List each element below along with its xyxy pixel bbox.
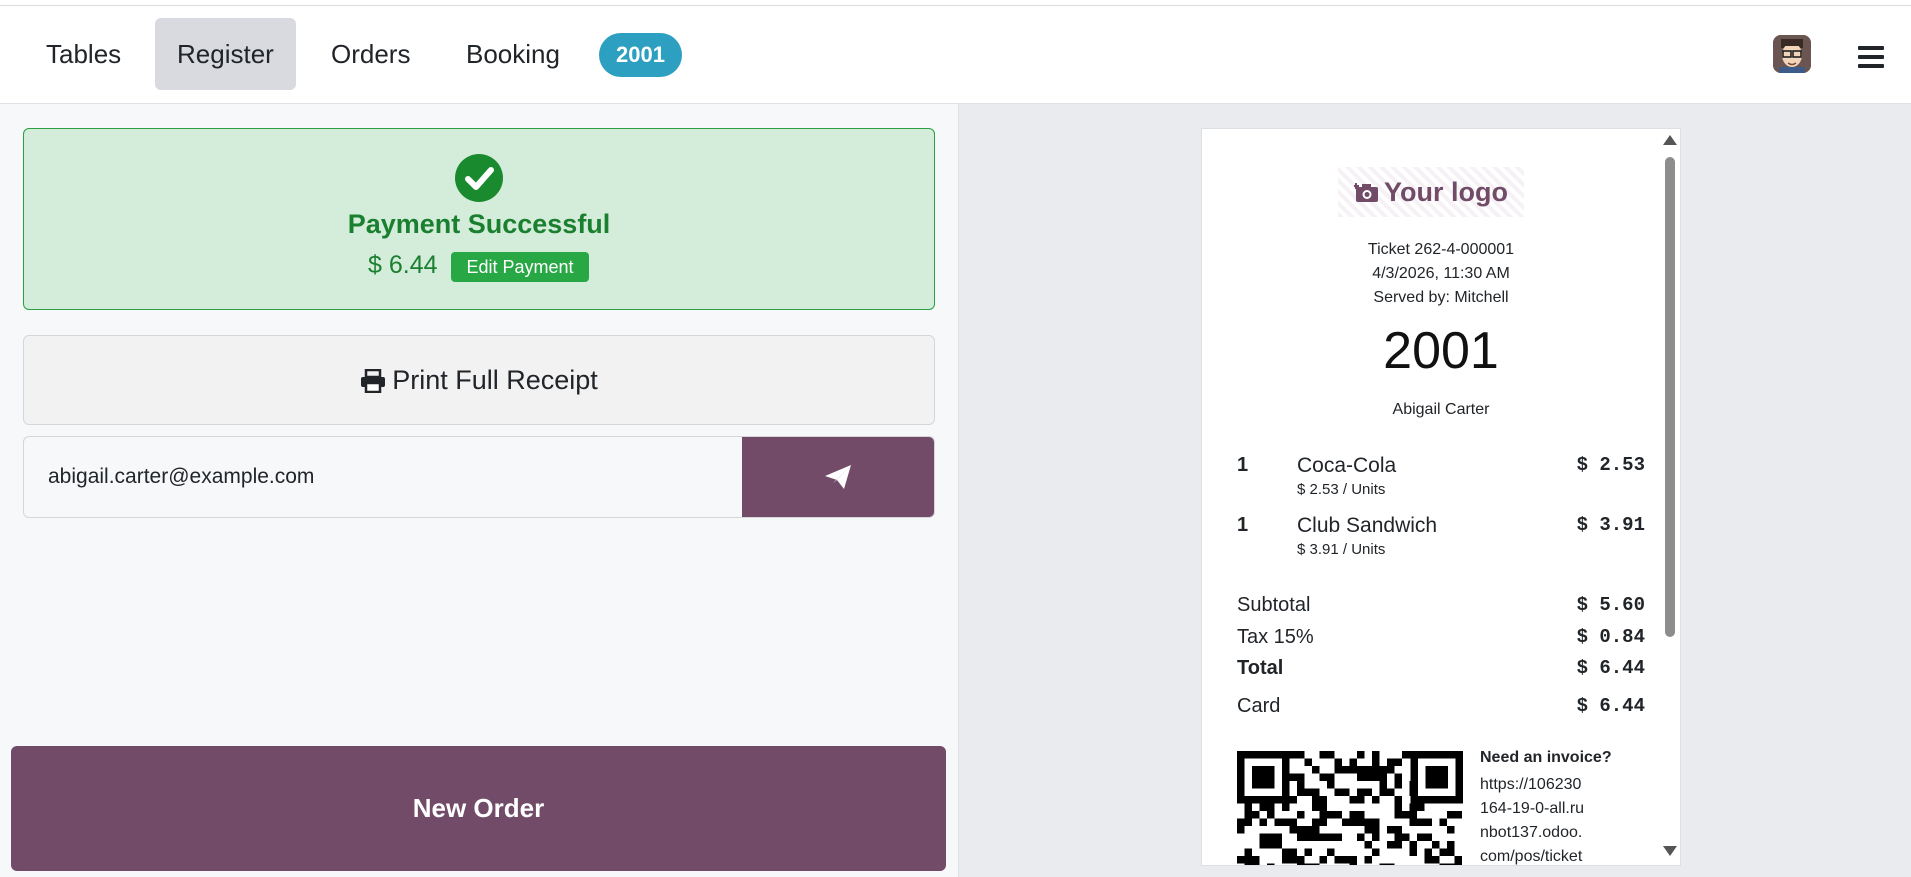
line-amount: $ 2.53 xyxy=(1576,454,1645,476)
served-by: Served by: Mitchell xyxy=(1373,289,1509,306)
invoice-url: https://106230164-19-0-all.runbot137.odo… xyxy=(1480,776,1585,865)
new-order-button[interactable]: New Order xyxy=(11,746,946,871)
hamburger-menu-icon[interactable] xyxy=(1858,46,1884,68)
payment-method-amount: $ 6.44 xyxy=(1576,695,1645,717)
scroll-down-arrow-icon[interactable] xyxy=(1663,846,1677,856)
invoice-qr-code xyxy=(1237,751,1463,865)
tax-amount: $ 0.84 xyxy=(1576,626,1645,648)
total-label: Total xyxy=(1237,657,1284,679)
receipt-preview-panel: Your logo Ticket 262-4-000001 4/3/2026, … xyxy=(958,104,1911,877)
email-field[interactable] xyxy=(24,437,742,517)
line-unit-price: $ 2.53 / Units xyxy=(1297,481,1386,498)
tab-tables[interactable]: Tables xyxy=(24,18,143,90)
top-navbar: Tables Register Orders Booking 2001 xyxy=(0,6,1911,104)
subtotal-label: Subtotal xyxy=(1237,594,1311,616)
scroll-up-arrow-icon[interactable] xyxy=(1663,135,1677,145)
receipt-order-number: 2001 xyxy=(1383,322,1499,380)
edit-payment-button[interactable]: Edit Payment xyxy=(451,252,589,282)
payment-method-label: Card xyxy=(1237,695,1281,717)
payment-status-title: Payment Successful xyxy=(347,209,611,239)
printer-icon xyxy=(361,368,386,394)
tab-booking[interactable]: Booking xyxy=(444,18,582,90)
tab-orders[interactable]: Orders xyxy=(309,18,432,90)
user-avatar-icon[interactable] xyxy=(1773,35,1811,73)
total-amount: $ 6.44 xyxy=(1576,657,1645,679)
payment-amount: $ 6.44 xyxy=(368,251,438,279)
line-product: Club Sandwich xyxy=(1297,514,1438,537)
line-amount: $ 3.91 xyxy=(1576,514,1645,536)
print-receipt-button[interactable]: Print Full Receipt xyxy=(23,335,935,425)
check-circle-icon xyxy=(455,154,503,202)
line-unit-price: $ 3.91 / Units xyxy=(1297,541,1386,558)
send-email-button[interactable] xyxy=(742,437,934,517)
camera-plus-icon xyxy=(1353,183,1378,202)
receipt: Your logo Ticket 262-4-000001 4/3/2026, … xyxy=(1201,128,1681,866)
payment-panel: Payment Successful $ 6.44 Edit Payment P… xyxy=(0,104,958,877)
ticket-number: Ticket 262-4-000001 xyxy=(1367,241,1515,258)
subtotal-amount: $ 5.60 xyxy=(1576,594,1645,616)
logo-text: Your logo xyxy=(1384,177,1508,207)
line-product: Coca-Cola xyxy=(1297,454,1397,477)
paper-plane-icon xyxy=(825,465,851,489)
line-qty: 1 xyxy=(1237,514,1249,536)
current-order-badge[interactable]: 2001 xyxy=(599,33,682,77)
line-qty: 1 xyxy=(1237,454,1249,476)
print-receipt-label: Print Full Receipt xyxy=(392,365,598,395)
tax-label: Tax 15% xyxy=(1237,626,1314,648)
invoice-title: Need an invoice? xyxy=(1480,749,1612,766)
receipt-logo: Your logo xyxy=(1338,167,1524,217)
receipt-customer: Abigail Carter xyxy=(1392,401,1490,418)
scroll-thumb[interactable] xyxy=(1665,157,1675,637)
payment-status-box: Payment Successful $ 6.44 Edit Payment xyxy=(23,128,935,310)
ticket-datetime: 4/3/2026, 11:30 AM xyxy=(1372,265,1510,282)
tab-register[interactable]: Register xyxy=(155,18,296,90)
receipt-scrollbar[interactable] xyxy=(1661,132,1681,860)
email-receipt-row xyxy=(23,436,935,518)
